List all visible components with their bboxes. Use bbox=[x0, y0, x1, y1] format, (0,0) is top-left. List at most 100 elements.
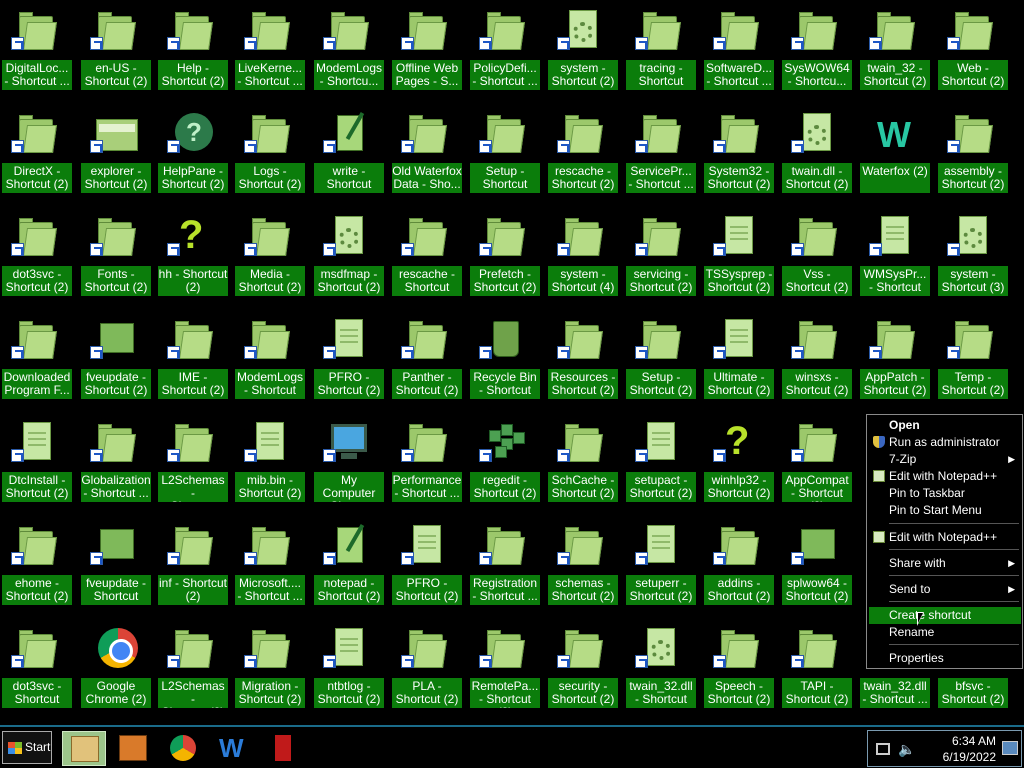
desktop-icon[interactable]: notepad - Shortcut (2) bbox=[312, 519, 386, 615]
desktop-icon[interactable]: Web - Shortcut (2) bbox=[936, 4, 1010, 100]
taskbar-media-player-button[interactable] bbox=[111, 731, 155, 766]
desktop-icon[interactable]: fveupdate - Shortcut bbox=[79, 519, 153, 615]
desktop-icon[interactable]: security - Shortcut (2) bbox=[546, 622, 620, 718]
desktop-icon[interactable]: Downloaded Program F... bbox=[0, 313, 74, 409]
context-menu-item-properties[interactable]: Properties bbox=[869, 650, 1021, 667]
desktop-icon[interactable]: Google Chrome (2) bbox=[79, 622, 153, 718]
desktop-icon[interactable]: L2Schemas - Shortcut (2) bbox=[156, 622, 230, 718]
desktop-icon[interactable]: twain_32 - Shortcut (2) bbox=[858, 4, 932, 100]
desktop-icon[interactable]: tracing - Shortcut bbox=[624, 4, 698, 100]
context-menu-item-open[interactable]: Open bbox=[869, 417, 1021, 434]
desktop-icon[interactable]: ntbtlog - Shortcut (2) bbox=[312, 622, 386, 718]
desktop-icon[interactable]: schemas - Shortcut (2) bbox=[546, 519, 620, 615]
desktop-icon[interactable]: assembly - Shortcut (2) bbox=[936, 107, 1010, 203]
desktop-icon[interactable]: PFRO - Shortcut (2) bbox=[390, 519, 464, 615]
desktop-icon[interactable]: Logs - Shortcut (2) bbox=[233, 107, 307, 203]
desktop-icon[interactable]: Registration - Shortcut ... bbox=[468, 519, 542, 615]
desktop-icon[interactable]: fveupdate - Shortcut (2) bbox=[79, 313, 153, 409]
desktop-icon[interactable]: PLA - Shortcut (2) bbox=[390, 622, 464, 718]
desktop-icon[interactable]: setuperr - Shortcut (2) bbox=[624, 519, 698, 615]
desktop-icon[interactable]: ? hh - Shortcut (2) bbox=[156, 210, 230, 306]
desktop-icon[interactable]: ? HelpPane - Shortcut (2) bbox=[156, 107, 230, 203]
taskbar-waterfox-button[interactable]: W bbox=[211, 731, 255, 766]
desktop-icon[interactable]: Panther - Shortcut (2) bbox=[390, 313, 464, 409]
desktop-icon[interactable]: Recycle Bin - Shortcut bbox=[468, 313, 542, 409]
desktop-icon[interactable]: dot3svc - Shortcut (2) bbox=[0, 210, 74, 306]
context-menu-item-share-with[interactable]: Share with ▶ bbox=[869, 555, 1021, 572]
taskbar-explorer-button[interactable] bbox=[62, 731, 106, 766]
desktop-icon[interactable]: ModemLogs - Shortcu... bbox=[312, 4, 386, 100]
desktop-icon[interactable]: write - Shortcut bbox=[312, 107, 386, 203]
clock-date[interactable]: 6/19/2022 bbox=[940, 750, 996, 764]
desktop-icon[interactable]: system - Shortcut (2) bbox=[546, 4, 620, 100]
network-icon[interactable] bbox=[876, 743, 890, 755]
desktop-icon[interactable]: twain_32.dll - Shortcut bbox=[624, 622, 698, 718]
desktop-icon[interactable]: Temp - Shortcut (2) bbox=[936, 313, 1010, 409]
desktop-icon[interactable]: dot3svc - Shortcut bbox=[0, 622, 74, 718]
desktop-icon[interactable]: DigitalLoc... - Shortcut ... bbox=[0, 4, 74, 100]
desktop-icon[interactable]: system - Shortcut (4) bbox=[546, 210, 620, 306]
desktop-icon[interactable]: Help - Shortcut (2) bbox=[156, 4, 230, 100]
desktop-icon[interactable]: rescache - Shortcut (2) bbox=[546, 107, 620, 203]
desktop-icon[interactable]: ServicePr... - Shortcut ... bbox=[624, 107, 698, 203]
desktop-icon[interactable]: System32 - Shortcut (2) bbox=[702, 107, 776, 203]
desktop-icon[interactable]: Prefetch - Shortcut (2) bbox=[468, 210, 542, 306]
desktop-icon[interactable]: Microsoft.... - Shortcut ... bbox=[233, 519, 307, 615]
context-menu-item-7-zip[interactable]: 7-Zip ▶ bbox=[869, 451, 1021, 468]
desktop-icon[interactable]: system - Shortcut (3) bbox=[936, 210, 1010, 306]
desktop-icon[interactable]: en-US - Shortcut (2) bbox=[79, 4, 153, 100]
desktop-icon[interactable]: addins - Shortcut (2) bbox=[702, 519, 776, 615]
start-button[interactable]: Start bbox=[2, 731, 52, 764]
desktop-icon[interactable]: SysWOW64 - Shortcu... bbox=[780, 4, 854, 100]
taskbar-chrome-button[interactable] bbox=[161, 731, 205, 766]
desktop-icon[interactable]: LiveKerne... - Shortcut ... bbox=[233, 4, 307, 100]
desktop-icon[interactable]: ModemLogs - Shortcut bbox=[233, 313, 307, 409]
desktop-icon[interactable]: Ultimate - Shortcut (2) bbox=[702, 313, 776, 409]
desktop-icon[interactable]: servicing - Shortcut (2) bbox=[624, 210, 698, 306]
desktop-icon[interactable]: splwow64 - Shortcut (2) bbox=[780, 519, 854, 615]
desktop-icon[interactable]: W Waterfox (2) bbox=[858, 107, 932, 203]
desktop-icon[interactable]: Resources - Shortcut (2) bbox=[546, 313, 620, 409]
context-menu-item-edit-with-notepad[interactable]: Edit with Notepad++ bbox=[869, 468, 1021, 485]
desktop-icon[interactable]: TSSysprep - Shortcut (2) bbox=[702, 210, 776, 306]
desktop-icon[interactable]: DirectX - Shortcut (2) bbox=[0, 107, 74, 203]
taskbar-app-button[interactable] bbox=[261, 731, 305, 766]
desktop-icon[interactable]: twain.dll - Shortcut (2) bbox=[780, 107, 854, 203]
desktop-icon[interactable]: Setup - Shortcut (2) bbox=[624, 313, 698, 409]
desktop-icon[interactable]: DtcInstall - Shortcut (2) bbox=[0, 416, 74, 512]
desktop-icon[interactable]: Vss - Shortcut (2) bbox=[780, 210, 854, 306]
desktop-icon[interactable]: inf - Shortcut (2) bbox=[156, 519, 230, 615]
desktop-icon[interactable]: setupact - Shortcut (2) bbox=[624, 416, 698, 512]
context-menu-item-pin-to-start-menu[interactable]: Pin to Start Menu bbox=[869, 502, 1021, 519]
desktop-icon[interactable]: Offline Web Pages - S... bbox=[390, 4, 464, 100]
context-menu-item-edit-with-notepad[interactable]: Edit with Notepad++ bbox=[869, 529, 1021, 546]
desktop-icon[interactable]: IME - Shortcut (2) bbox=[156, 313, 230, 409]
desktop-icon[interactable]: AppCompat - Shortcut (2) bbox=[780, 416, 854, 512]
desktop-icon[interactable]: SchCache - Shortcut (2) bbox=[546, 416, 620, 512]
context-menu-item-run-as-administrator[interactable]: Run as administrator bbox=[869, 434, 1021, 451]
show-desktop-button[interactable] bbox=[1002, 741, 1018, 755]
context-menu-item-create-shortcut[interactable]: Create shortcut bbox=[869, 607, 1021, 624]
desktop-icon[interactable]: Media - Shortcut (2) bbox=[233, 210, 307, 306]
desktop-icon[interactable]: winsxs - Shortcut (2) bbox=[780, 313, 854, 409]
context-menu-item-send-to[interactable]: Send to ▶ bbox=[869, 581, 1021, 598]
desktop-icon[interactable]: mib.bin - Shortcut (2) bbox=[233, 416, 307, 512]
desktop-icon[interactable]: Speech - Shortcut (2) bbox=[702, 622, 776, 718]
desktop-icon[interactable]: Migration - Shortcut (2) bbox=[233, 622, 307, 718]
desktop-icon[interactable]: My Computer - Shortcut bbox=[312, 416, 386, 512]
desktop-icon[interactable]: L2Schemas - Shortcut bbox=[156, 416, 230, 512]
volume-icon[interactable]: 🔈 bbox=[898, 741, 915, 758]
context-menu-item-rename[interactable]: Rename bbox=[869, 624, 1021, 641]
desktop-icon[interactable]: PolicyDefi... - Shortcut ... bbox=[468, 4, 542, 100]
desktop-icon[interactable]: regedit - Shortcut (2) bbox=[468, 416, 542, 512]
desktop-icon[interactable]: Globalization - Shortcut ... bbox=[79, 416, 153, 512]
desktop-icon[interactable]: explorer - Shortcut (2) bbox=[79, 107, 153, 203]
desktop-icon[interactable]: Setup - Shortcut bbox=[468, 107, 542, 203]
desktop-icon[interactable]: Old Waterfox Data - Sho... bbox=[390, 107, 464, 203]
clock-time[interactable]: 6:34 AM bbox=[940, 734, 996, 748]
desktop-icon[interactable]: WMSysPr... - Shortcut bbox=[858, 210, 932, 306]
desktop-icon[interactable]: rescache - Shortcut bbox=[390, 210, 464, 306]
desktop-icon[interactable]: RemotePa... - Shortcut (2) bbox=[468, 622, 542, 718]
desktop-icon[interactable]: Performance - Shortcut ... bbox=[390, 416, 464, 512]
desktop-icon[interactable]: ehome - Shortcut (2) bbox=[0, 519, 74, 615]
